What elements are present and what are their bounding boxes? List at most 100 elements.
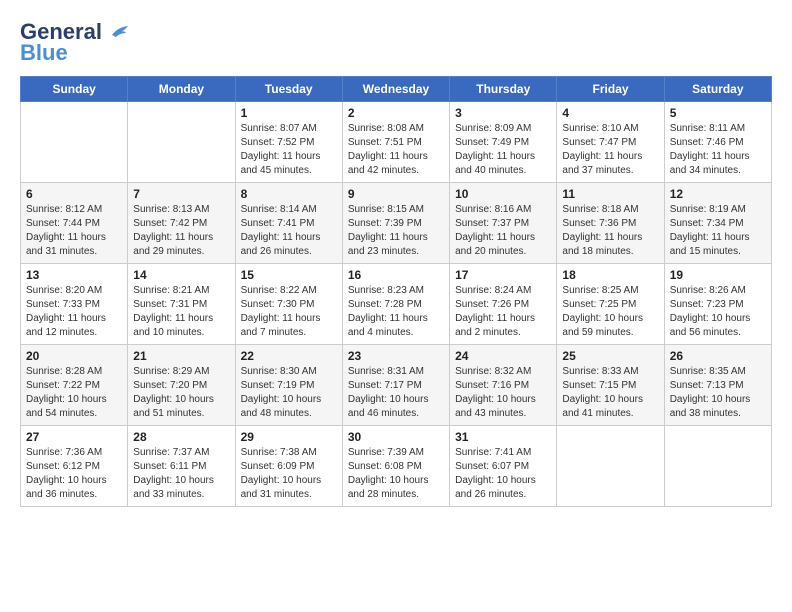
day-number: 1 <box>241 106 337 120</box>
calendar-cell: 25 Sunrise: 8:33 AM Sunset: 7:15 PM Dayli… <box>557 345 664 426</box>
calendar-cell: 28 Sunrise: 7:37 AM Sunset: 6:11 PM Dayli… <box>128 426 235 507</box>
day-number: 20 <box>26 349 122 363</box>
calendar-cell: 8 Sunrise: 8:14 AM Sunset: 7:41 PM Daylig… <box>235 183 342 264</box>
calendar-cell: 24 Sunrise: 8:32 AM Sunset: 7:16 PM Dayli… <box>450 345 557 426</box>
logo-blue-text: Blue <box>20 40 68 66</box>
day-info: Sunrise: 7:41 AM Sunset: 6:07 PM Dayligh… <box>455 446 551 502</box>
logo-bird-icon <box>110 25 130 41</box>
calendar-cell: 18Sunrise: 8:25 AM Sunset: 7:25 PM Dayli… <box>557 264 664 345</box>
day-number: 4 <box>562 106 658 120</box>
calendar-cell: 11 Sunrise: 8:18 AM Sunset: 7:36 PM Dayli… <box>557 183 664 264</box>
day-number: 25 <box>562 349 658 363</box>
calendar-cell: 2 Sunrise: 8:08 AM Sunset: 7:51 PM Daylig… <box>342 102 449 183</box>
day-number: 12 <box>670 187 766 201</box>
day-info: Sunrise: 8:29 AM Sunset: 7:20 PM Dayligh… <box>133 365 229 421</box>
day-info: Sunrise: 8:19 AM Sunset: 7:34 PM Dayligh… <box>670 203 766 259</box>
calendar-cell: 17 Sunrise: 8:24 AM Sunset: 7:26 PM Dayli… <box>450 264 557 345</box>
weekday-header-monday: Monday <box>128 77 235 102</box>
day-number: 3 <box>455 106 551 120</box>
calendar-cell: 29 Sunrise: 7:38 AM Sunset: 6:09 PM Dayli… <box>235 426 342 507</box>
day-info: Sunrise: 8:16 AM Sunset: 7:37 PM Dayligh… <box>455 203 551 259</box>
calendar-cell: 21 Sunrise: 8:29 AM Sunset: 7:20 PM Dayli… <box>128 345 235 426</box>
day-info: Sunrise: 7:39 AM Sunset: 6:08 PM Dayligh… <box>348 446 444 502</box>
calendar-cell <box>128 102 235 183</box>
week-row-5: 27 Sunrise: 7:36 AM Sunset: 6:12 PM Dayli… <box>21 426 772 507</box>
day-info: Sunrise: 8:15 AM Sunset: 7:39 PM Dayligh… <box>348 203 444 259</box>
day-info: Sunrise: 8:21 AM Sunset: 7:31 PM Dayligh… <box>133 284 229 340</box>
calendar-cell: 15 Sunrise: 8:22 AM Sunset: 7:30 PM Dayli… <box>235 264 342 345</box>
weekday-header-saturday: Saturday <box>664 77 771 102</box>
day-number: 26 <box>670 349 766 363</box>
day-number: 24 <box>455 349 551 363</box>
day-number: 30 <box>348 430 444 444</box>
day-number: 29 <box>241 430 337 444</box>
logo: General Blue <box>20 20 130 66</box>
week-row-1: 1 Sunrise: 8:07 AM Sunset: 7:52 PM Daylig… <box>21 102 772 183</box>
day-info: Sunrise: 8:13 AM Sunset: 7:42 PM Dayligh… <box>133 203 229 259</box>
day-info: Sunrise: 8:18 AM Sunset: 7:36 PM Dayligh… <box>562 203 658 259</box>
calendar-cell: 1 Sunrise: 8:07 AM Sunset: 7:52 PM Daylig… <box>235 102 342 183</box>
page-header: General Blue <box>20 20 772 66</box>
calendar-table: SundayMondayTuesdayWednesdayThursdayFrid… <box>20 76 772 507</box>
day-number: 23 <box>348 349 444 363</box>
day-number: 15 <box>241 268 337 282</box>
day-number: 9 <box>348 187 444 201</box>
day-number: 7 <box>133 187 229 201</box>
day-info: Sunrise: 8:22 AM Sunset: 7:30 PM Dayligh… <box>241 284 337 340</box>
day-number: 21 <box>133 349 229 363</box>
day-number: 18 <box>562 268 658 282</box>
calendar-cell: 7 Sunrise: 8:13 AM Sunset: 7:42 PM Daylig… <box>128 183 235 264</box>
day-number: 8 <box>241 187 337 201</box>
day-number: 16 <box>348 268 444 282</box>
week-row-2: 6Sunrise: 8:12 AM Sunset: 7:44 PM Daylig… <box>21 183 772 264</box>
day-info: Sunrise: 8:33 AM Sunset: 7:15 PM Dayligh… <box>562 365 658 421</box>
calendar-cell: 27 Sunrise: 7:36 AM Sunset: 6:12 PM Dayli… <box>21 426 128 507</box>
day-info: Sunrise: 8:23 AM Sunset: 7:28 PM Dayligh… <box>348 284 444 340</box>
calendar-cell <box>557 426 664 507</box>
day-info: Sunrise: 8:32 AM Sunset: 7:16 PM Dayligh… <box>455 365 551 421</box>
weekday-header-tuesday: Tuesday <box>235 77 342 102</box>
calendar-cell: 12 Sunrise: 8:19 AM Sunset: 7:34 PM Dayli… <box>664 183 771 264</box>
calendar-cell: 5 Sunrise: 8:11 AM Sunset: 7:46 PM Daylig… <box>664 102 771 183</box>
weekday-header-row: SundayMondayTuesdayWednesdayThursdayFrid… <box>21 77 772 102</box>
weekday-header-friday: Friday <box>557 77 664 102</box>
day-number: 19 <box>670 268 766 282</box>
day-number: 22 <box>241 349 337 363</box>
day-number: 13 <box>26 268 122 282</box>
day-number: 28 <box>133 430 229 444</box>
day-info: Sunrise: 8:08 AM Sunset: 7:51 PM Dayligh… <box>348 122 444 178</box>
day-info: Sunrise: 8:30 AM Sunset: 7:19 PM Dayligh… <box>241 365 337 421</box>
day-number: 14 <box>133 268 229 282</box>
day-number: 31 <box>455 430 551 444</box>
weekday-header-thursday: Thursday <box>450 77 557 102</box>
day-info: Sunrise: 8:10 AM Sunset: 7:47 PM Dayligh… <box>562 122 658 178</box>
day-number: 2 <box>348 106 444 120</box>
day-info: Sunrise: 7:36 AM Sunset: 6:12 PM Dayligh… <box>26 446 122 502</box>
day-info: Sunrise: 8:26 AM Sunset: 7:23 PM Dayligh… <box>670 284 766 340</box>
calendar-cell: 3 Sunrise: 8:09 AM Sunset: 7:49 PM Daylig… <box>450 102 557 183</box>
day-info: Sunrise: 7:37 AM Sunset: 6:11 PM Dayligh… <box>133 446 229 502</box>
day-info: Sunrise: 8:28 AM Sunset: 7:22 PM Dayligh… <box>26 365 122 421</box>
day-number: 17 <box>455 268 551 282</box>
weekday-header-sunday: Sunday <box>21 77 128 102</box>
day-info: Sunrise: 8:11 AM Sunset: 7:46 PM Dayligh… <box>670 122 766 178</box>
day-info: Sunrise: 8:09 AM Sunset: 7:49 PM Dayligh… <box>455 122 551 178</box>
calendar-cell: 20 Sunrise: 8:28 AM Sunset: 7:22 PM Dayli… <box>21 345 128 426</box>
day-number: 10 <box>455 187 551 201</box>
day-info: Sunrise: 8:14 AM Sunset: 7:41 PM Dayligh… <box>241 203 337 259</box>
day-info: Sunrise: 8:24 AM Sunset: 7:26 PM Dayligh… <box>455 284 551 340</box>
calendar-cell: 4 Sunrise: 8:10 AM Sunset: 7:47 PM Daylig… <box>557 102 664 183</box>
day-info: Sunrise: 8:07 AM Sunset: 7:52 PM Dayligh… <box>241 122 337 178</box>
day-number: 11 <box>562 187 658 201</box>
calendar-cell: 10 Sunrise: 8:16 AM Sunset: 7:37 PM Dayli… <box>450 183 557 264</box>
calendar-cell: 26Sunrise: 8:35 AM Sunset: 7:13 PM Dayli… <box>664 345 771 426</box>
day-info: Sunrise: 8:20 AM Sunset: 7:33 PM Dayligh… <box>26 284 122 340</box>
week-row-3: 13 Sunrise: 8:20 AM Sunset: 7:33 PM Dayli… <box>21 264 772 345</box>
calendar-cell <box>21 102 128 183</box>
day-info: Sunrise: 7:38 AM Sunset: 6:09 PM Dayligh… <box>241 446 337 502</box>
week-row-4: 20 Sunrise: 8:28 AM Sunset: 7:22 PM Dayli… <box>21 345 772 426</box>
day-number: 27 <box>26 430 122 444</box>
calendar-cell: 31 Sunrise: 7:41 AM Sunset: 6:07 PM Dayli… <box>450 426 557 507</box>
day-number: 5 <box>670 106 766 120</box>
calendar-cell: 22 Sunrise: 8:30 AM Sunset: 7:19 PM Dayli… <box>235 345 342 426</box>
